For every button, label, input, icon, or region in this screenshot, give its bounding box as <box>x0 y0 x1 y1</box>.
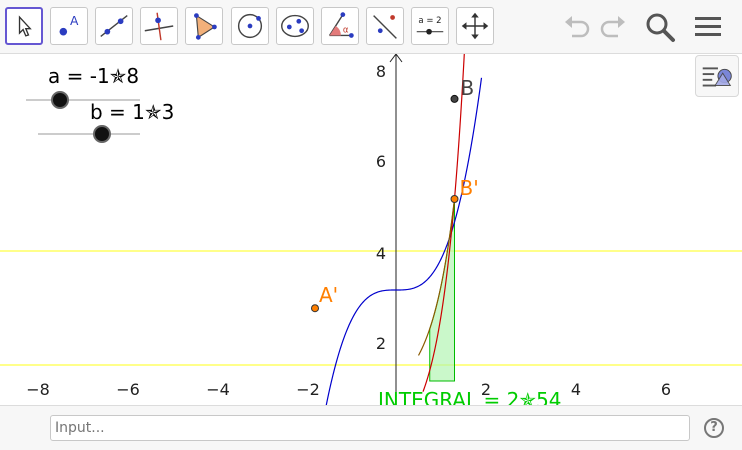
point-a-prime[interactable] <box>311 304 319 313</box>
move-tool-icon <box>18 15 32 37</box>
slider-b-handle[interactable] <box>93 125 111 143</box>
point-tool-button[interactable]: A <box>50 7 88 45</box>
style-bar-toggle-button[interactable] <box>695 55 739 97</box>
search-button[interactable] <box>643 10 677 44</box>
slider-tool-icon: a = 2 <box>416 16 444 35</box>
circle-tool-icon <box>237 13 263 39</box>
y-tick-label: 8 <box>376 62 386 81</box>
y-tick-labels: 2 4 6 8 <box>376 62 386 353</box>
conic-tool-button[interactable] <box>276 7 314 45</box>
menu-icon <box>695 17 721 36</box>
conic-tool-icon <box>281 14 309 38</box>
move-graphics-view-tool-button[interactable] <box>456 7 494 45</box>
point-a-prime-label: A' <box>319 283 338 307</box>
move-tool-button[interactable] <box>5 7 43 45</box>
slider-a-handle[interactable] <box>51 91 69 109</box>
x-tick-label: 4 <box>571 380 581 399</box>
slider-b-label: b = 1✯3 <box>90 100 175 124</box>
line-tool-icon <box>100 15 128 37</box>
undo-icon <box>565 16 590 38</box>
y-tick-label: 4 <box>376 244 386 263</box>
x-tick-label: −6 <box>116 380 140 399</box>
svg-text:α: α <box>343 26 349 36</box>
slider-a-label: a = -1✯8 <box>48 64 140 88</box>
polygon-tool-icon <box>194 13 217 40</box>
point-b[interactable] <box>450 94 459 103</box>
style-bar-icon <box>702 67 732 87</box>
undo-button[interactable] <box>560 10 594 44</box>
point-tool-icon: A <box>59 14 79 36</box>
x-tick-label: 6 <box>661 380 671 399</box>
perpendicular-line-tool-icon <box>144 12 174 41</box>
angle-tool-button[interactable]: α <box>321 7 359 45</box>
y-tick-label: 2 <box>376 334 386 353</box>
move-graphics-view-tool-icon <box>461 12 489 40</box>
redo-icon <box>600 16 625 38</box>
graphics-view[interactable]: −8 −6 −4 −2 2 4 6 2 4 6 8 B B' A' INTEGR… <box>0 54 742 405</box>
svg-text:A: A <box>70 14 79 28</box>
x-tick-label: −8 <box>26 380 50 399</box>
circle-tool-button[interactable] <box>231 7 269 45</box>
point-b-label: B <box>461 76 475 100</box>
input-bar: ? <box>0 405 742 450</box>
help-button[interactable]: ? <box>704 418 724 438</box>
x-tick-label: −2 <box>296 380 320 399</box>
x-tick-label: −4 <box>206 380 230 399</box>
search-icon <box>646 13 675 42</box>
function-curve-blue[interactable] <box>315 77 483 405</box>
reflect-tool-icon <box>373 15 397 39</box>
line-tool-button[interactable] <box>95 7 133 45</box>
point-b-prime-label: B' <box>460 176 479 200</box>
slider-b[interactable] <box>36 122 146 146</box>
y-tick-label: 6 <box>376 152 386 171</box>
angle-tool-icon: α <box>328 12 354 38</box>
slider-tool-button[interactable]: a = 2 <box>411 7 449 45</box>
svg-text:a = 2: a = 2 <box>418 16 441 26</box>
reflect-tool-button[interactable] <box>366 7 404 45</box>
menu-button[interactable] <box>691 10 725 44</box>
toolbar: A α a = 2 <box>0 0 742 54</box>
redo-button[interactable] <box>596 10 630 44</box>
polygon-tool-button[interactable] <box>185 7 223 45</box>
point-b-prime[interactable] <box>450 195 459 203</box>
x-tick-labels: −8 −6 −4 −2 2 4 6 <box>26 380 671 399</box>
integral-label: INTEGRAL = 2✯54 <box>378 388 562 405</box>
perpendicular-line-tool-button[interactable] <box>140 7 178 45</box>
algebra-input[interactable] <box>50 415 690 441</box>
